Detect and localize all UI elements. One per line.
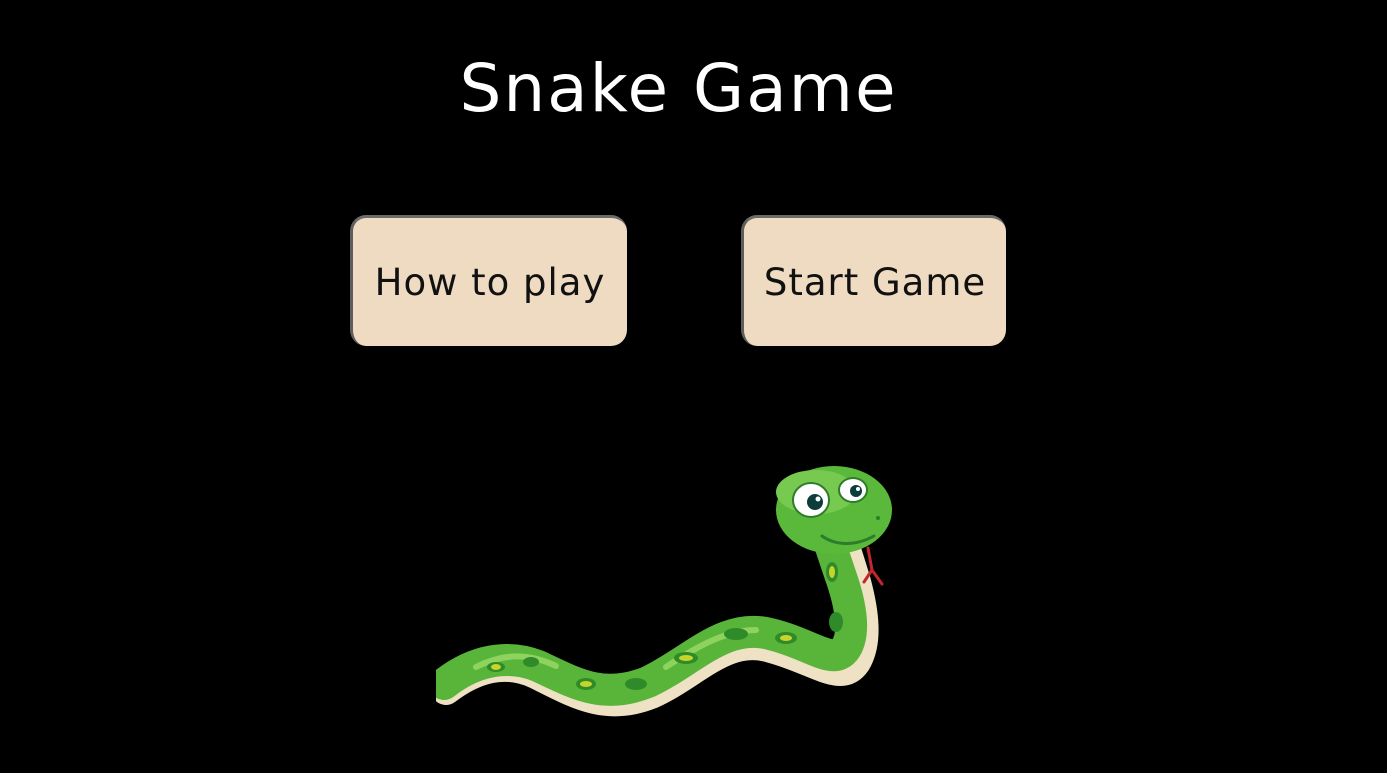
page-title: Snake Game xyxy=(459,50,898,127)
start-game-button[interactable]: Start Game xyxy=(741,215,1006,346)
how-to-play-label: How to play xyxy=(374,260,606,304)
snake-icon xyxy=(436,466,892,717)
start-game-label: Start Game xyxy=(763,260,987,304)
how-to-play-button[interactable]: How to play xyxy=(350,215,627,346)
